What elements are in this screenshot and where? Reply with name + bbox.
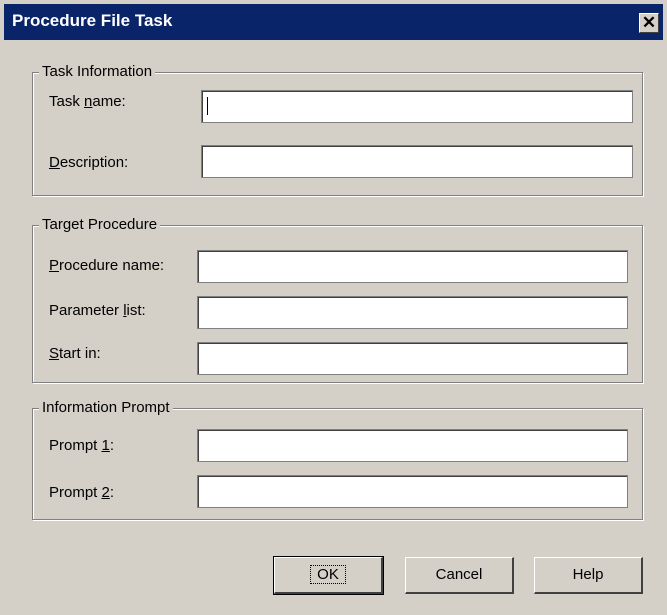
close-button[interactable]: ✕ — [639, 13, 659, 33]
help-button[interactable]: Help — [534, 557, 643, 594]
procedure-name-input[interactable] — [197, 250, 628, 283]
task-information-legend: Task Information — [39, 63, 156, 81]
prompt-2-label: Prompt 2: — [49, 484, 115, 501]
target-procedure-legend: Target Procedure — [39, 216, 161, 234]
description-input[interactable] — [201, 145, 633, 178]
target-procedure-group: Target Procedure Procedure name: Paramet… — [32, 216, 643, 383]
procedure-name-label: Procedure name: — [49, 257, 165, 274]
procedure-file-task-dialog: Procedure File Task ✕ Task Information T… — [0, 0, 667, 615]
information-prompt-legend: Information Prompt — [39, 399, 173, 417]
prompt-1-label: Prompt 1: — [49, 437, 115, 454]
ok-button[interactable]: OK — [273, 556, 384, 595]
task-name-input[interactable] — [201, 90, 633, 123]
cancel-button-label: Cancel — [435, 566, 483, 583]
text-caret — [207, 97, 208, 115]
start-in-label: Start in: — [49, 345, 101, 362]
help-button-label: Help — [572, 566, 604, 583]
title-bar: Procedure File Task ✕ — [4, 4, 663, 40]
ok-button-label: OK — [310, 565, 346, 584]
dialog-title: Procedure File Task — [12, 11, 173, 30]
prompt-2-input[interactable] — [197, 475, 628, 508]
parameter-list-input[interactable] — [197, 296, 628, 329]
start-in-input[interactable] — [197, 342, 628, 375]
close-icon: ✕ — [641, 13, 657, 32]
task-information-group: Task Information Task name: Description: — [32, 63, 643, 196]
task-name-label: Task name: — [49, 93, 126, 110]
description-label: Description: — [49, 154, 129, 171]
cancel-button[interactable]: Cancel — [405, 557, 514, 594]
parameter-list-label: Parameter list: — [49, 302, 146, 319]
information-prompt-group: Information Prompt Prompt 1: Prompt 2: — [32, 399, 643, 520]
prompt-1-input[interactable] — [197, 429, 628, 462]
